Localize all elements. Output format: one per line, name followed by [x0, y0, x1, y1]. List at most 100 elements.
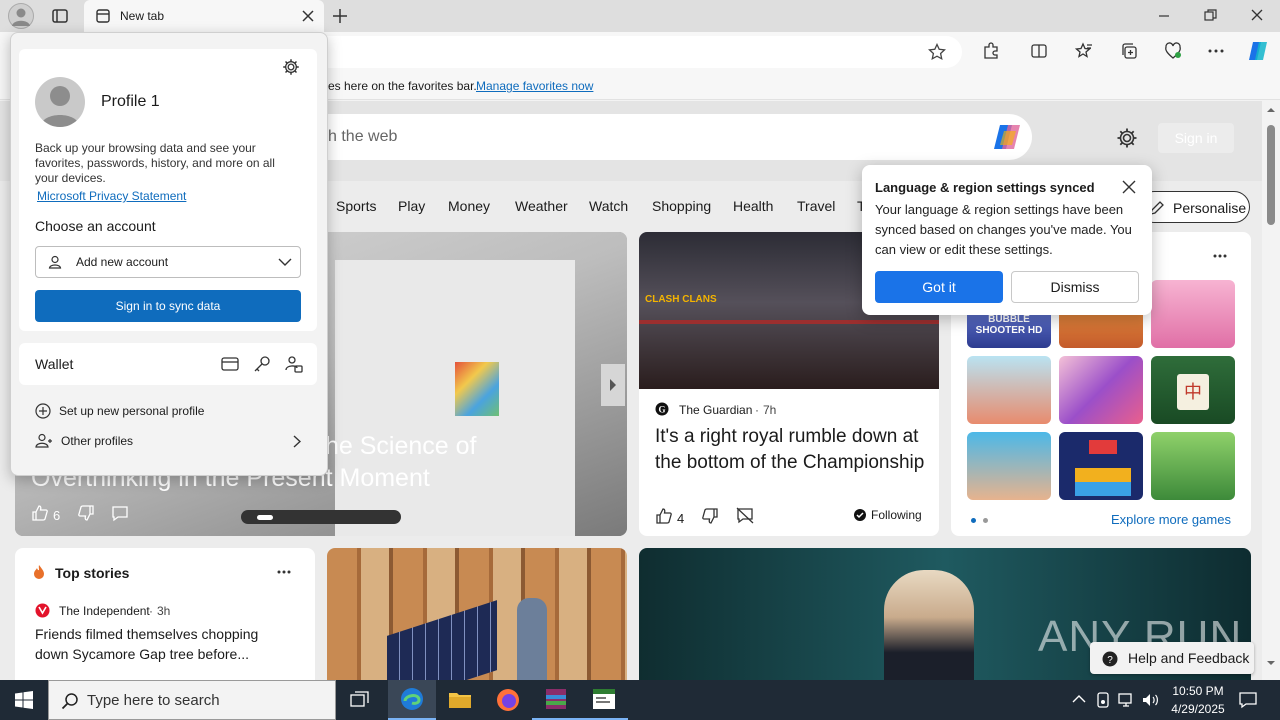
guardian-headline[interactable]: It's a right royal rumble down at the bo… — [655, 424, 925, 476]
games-page-dot-1[interactable] — [971, 518, 976, 523]
copilot-search-icon[interactable] — [990, 121, 1024, 153]
person-icon — [12, 8, 30, 26]
page-settings-gear-icon[interactable] — [1116, 127, 1138, 149]
setup-profile-item[interactable]: Set up new personal profile — [19, 399, 317, 425]
tray-device-icon[interactable] — [1096, 692, 1110, 708]
explore-more-games-link[interactable]: Explore more games — [1111, 512, 1231, 527]
game-tile-7[interactable] — [967, 432, 1051, 500]
game-tile-9[interactable] — [1151, 432, 1235, 500]
taskbar-search-box[interactable]: Type here to search — [48, 680, 336, 720]
more-menu-icon[interactable] — [1207, 48, 1225, 54]
top-story-headline[interactable]: Friends filmed themselves chopping down … — [35, 624, 295, 664]
profile-avatar-button[interactable] — [8, 3, 34, 29]
category-weather[interactable]: Weather — [515, 198, 568, 214]
address-bar[interactable] — [230, 36, 962, 68]
account-person-icon — [48, 255, 62, 269]
new-tab-plus-icon[interactable] — [332, 8, 348, 24]
games-more-icon[interactable] — [1213, 254, 1227, 258]
sign-in-sync-button[interactable]: Sign in to sync data — [35, 290, 301, 322]
help-feedback-button[interactable]: ? Help and Feedback — [1090, 642, 1254, 674]
volume-icon[interactable] — [1142, 692, 1160, 708]
taskbar-winrar[interactable] — [532, 680, 580, 720]
solar-panel-story-card[interactable] — [327, 548, 627, 680]
category-play[interactable]: Play — [398, 198, 425, 214]
comment-icon[interactable] — [111, 505, 129, 522]
search-placeholder: h the web — [328, 128, 398, 145]
close-tab-icon[interactable] — [302, 10, 314, 22]
notification-icon[interactable] — [1238, 690, 1258, 710]
taskbar-firefox[interactable] — [484, 680, 532, 720]
wallet-card[interactable]: Wallet — [19, 343, 317, 385]
category-health[interactable]: Health — [733, 198, 773, 214]
comments-off-icon[interactable] — [736, 507, 754, 525]
add-account-dropdown[interactable]: Add new account — [35, 246, 301, 278]
browser-essentials-icon[interactable] — [1163, 42, 1183, 60]
web-search-box[interactable]: h the web — [300, 114, 1032, 160]
sign-in-button[interactable]: Sign in — [1158, 123, 1234, 153]
carousel-dot-active[interactable] — [257, 515, 273, 520]
taskbar-app[interactable] — [580, 680, 628, 720]
got-it-button[interactable]: Got it — [875, 271, 1003, 303]
collections-icon[interactable] — [1120, 42, 1138, 60]
following-label[interactable]: Following — [871, 508, 922, 522]
other-profiles-item[interactable]: Other profiles — [19, 429, 317, 455]
split-screen-icon[interactable] — [1030, 42, 1048, 60]
guardian-likes: 4 — [677, 511, 685, 526]
game-tile-4[interactable] — [967, 356, 1051, 424]
new-tab-page-icon — [96, 9, 110, 23]
category-money[interactable]: Money — [448, 198, 490, 214]
sync-popup-body: Your language & region settings have bee… — [875, 202, 1132, 257]
category-travel[interactable]: Travel — [797, 198, 835, 214]
payment-card-icon[interactable] — [221, 356, 239, 372]
top-stories-card: Top stories The Independent · 3h Friends… — [15, 548, 315, 680]
minimize-icon[interactable] — [1158, 10, 1170, 22]
password-key-icon[interactable] — [253, 355, 271, 373]
restore-icon[interactable] — [1204, 9, 1217, 22]
guardian-dislike-icon[interactable] — [701, 507, 719, 525]
game-tile-3[interactable] — [1151, 280, 1235, 348]
personal-info-icon[interactable] — [285, 355, 303, 373]
copilot-icon[interactable] — [1245, 39, 1271, 63]
scroll-down-icon[interactable] — [1266, 660, 1276, 666]
top-stories-more-icon[interactable] — [277, 570, 291, 574]
taskbar-edge[interactable] — [388, 680, 436, 720]
guardian-like-icon[interactable] — [655, 507, 673, 525]
tray-chevron-up-icon[interactable] — [1072, 694, 1086, 704]
close-popup-icon[interactable] — [1122, 180, 1136, 194]
clock-time[interactable]: 10:50 PM — [1170, 684, 1226, 698]
dislike-icon[interactable] — [77, 504, 95, 522]
like-icon[interactable] — [31, 504, 49, 522]
clock-date[interactable]: 4/29/2025 — [1166, 702, 1230, 716]
vertical-scrollbar[interactable] — [1262, 101, 1280, 680]
taskbar-file-explorer[interactable] — [436, 680, 484, 720]
close-window-icon[interactable] — [1251, 9, 1263, 21]
archive-icon — [546, 689, 566, 709]
top-story-age: 3h — [157, 604, 171, 618]
network-icon[interactable] — [1118, 692, 1136, 708]
games-page-dot-2[interactable] — [983, 518, 988, 523]
person-silhouette-icon — [40, 86, 80, 127]
scrollbar-thumb[interactable] — [1267, 125, 1275, 225]
firefox-icon — [497, 689, 519, 711]
category-watch[interactable]: Watch — [589, 198, 628, 214]
extensions-icon[interactable] — [982, 42, 1000, 60]
tab-new-tab[interactable]: New tab — [84, 0, 324, 32]
task-view-button[interactable] — [336, 680, 384, 720]
help-icon: ? — [1102, 651, 1118, 667]
personalise-button[interactable]: Personalise — [1138, 191, 1250, 223]
manage-favorites-link[interactable]: Manage favorites now — [476, 79, 593, 93]
category-sports[interactable]: Sports — [336, 198, 376, 214]
profile-settings-gear-icon[interactable] — [282, 58, 300, 76]
scroll-up-icon[interactable] — [1266, 107, 1276, 113]
dismiss-button[interactable]: Dismiss — [1011, 271, 1139, 303]
game-tile-5[interactable] — [1059, 356, 1143, 424]
next-slide-button[interactable] — [601, 364, 625, 406]
start-button[interactable] — [0, 680, 48, 720]
game-tile-mahjong[interactable]: 中 — [1151, 356, 1235, 424]
favorite-star-icon[interactable] — [928, 43, 946, 61]
privacy-statement-link[interactable]: Microsoft Privacy Statement — [37, 189, 186, 203]
game-tile-tetris[interactable] — [1059, 432, 1143, 500]
tab-actions-button[interactable] — [50, 6, 70, 26]
category-shopping[interactable]: Shopping — [652, 198, 711, 214]
favorites-icon[interactable] — [1075, 42, 1093, 60]
